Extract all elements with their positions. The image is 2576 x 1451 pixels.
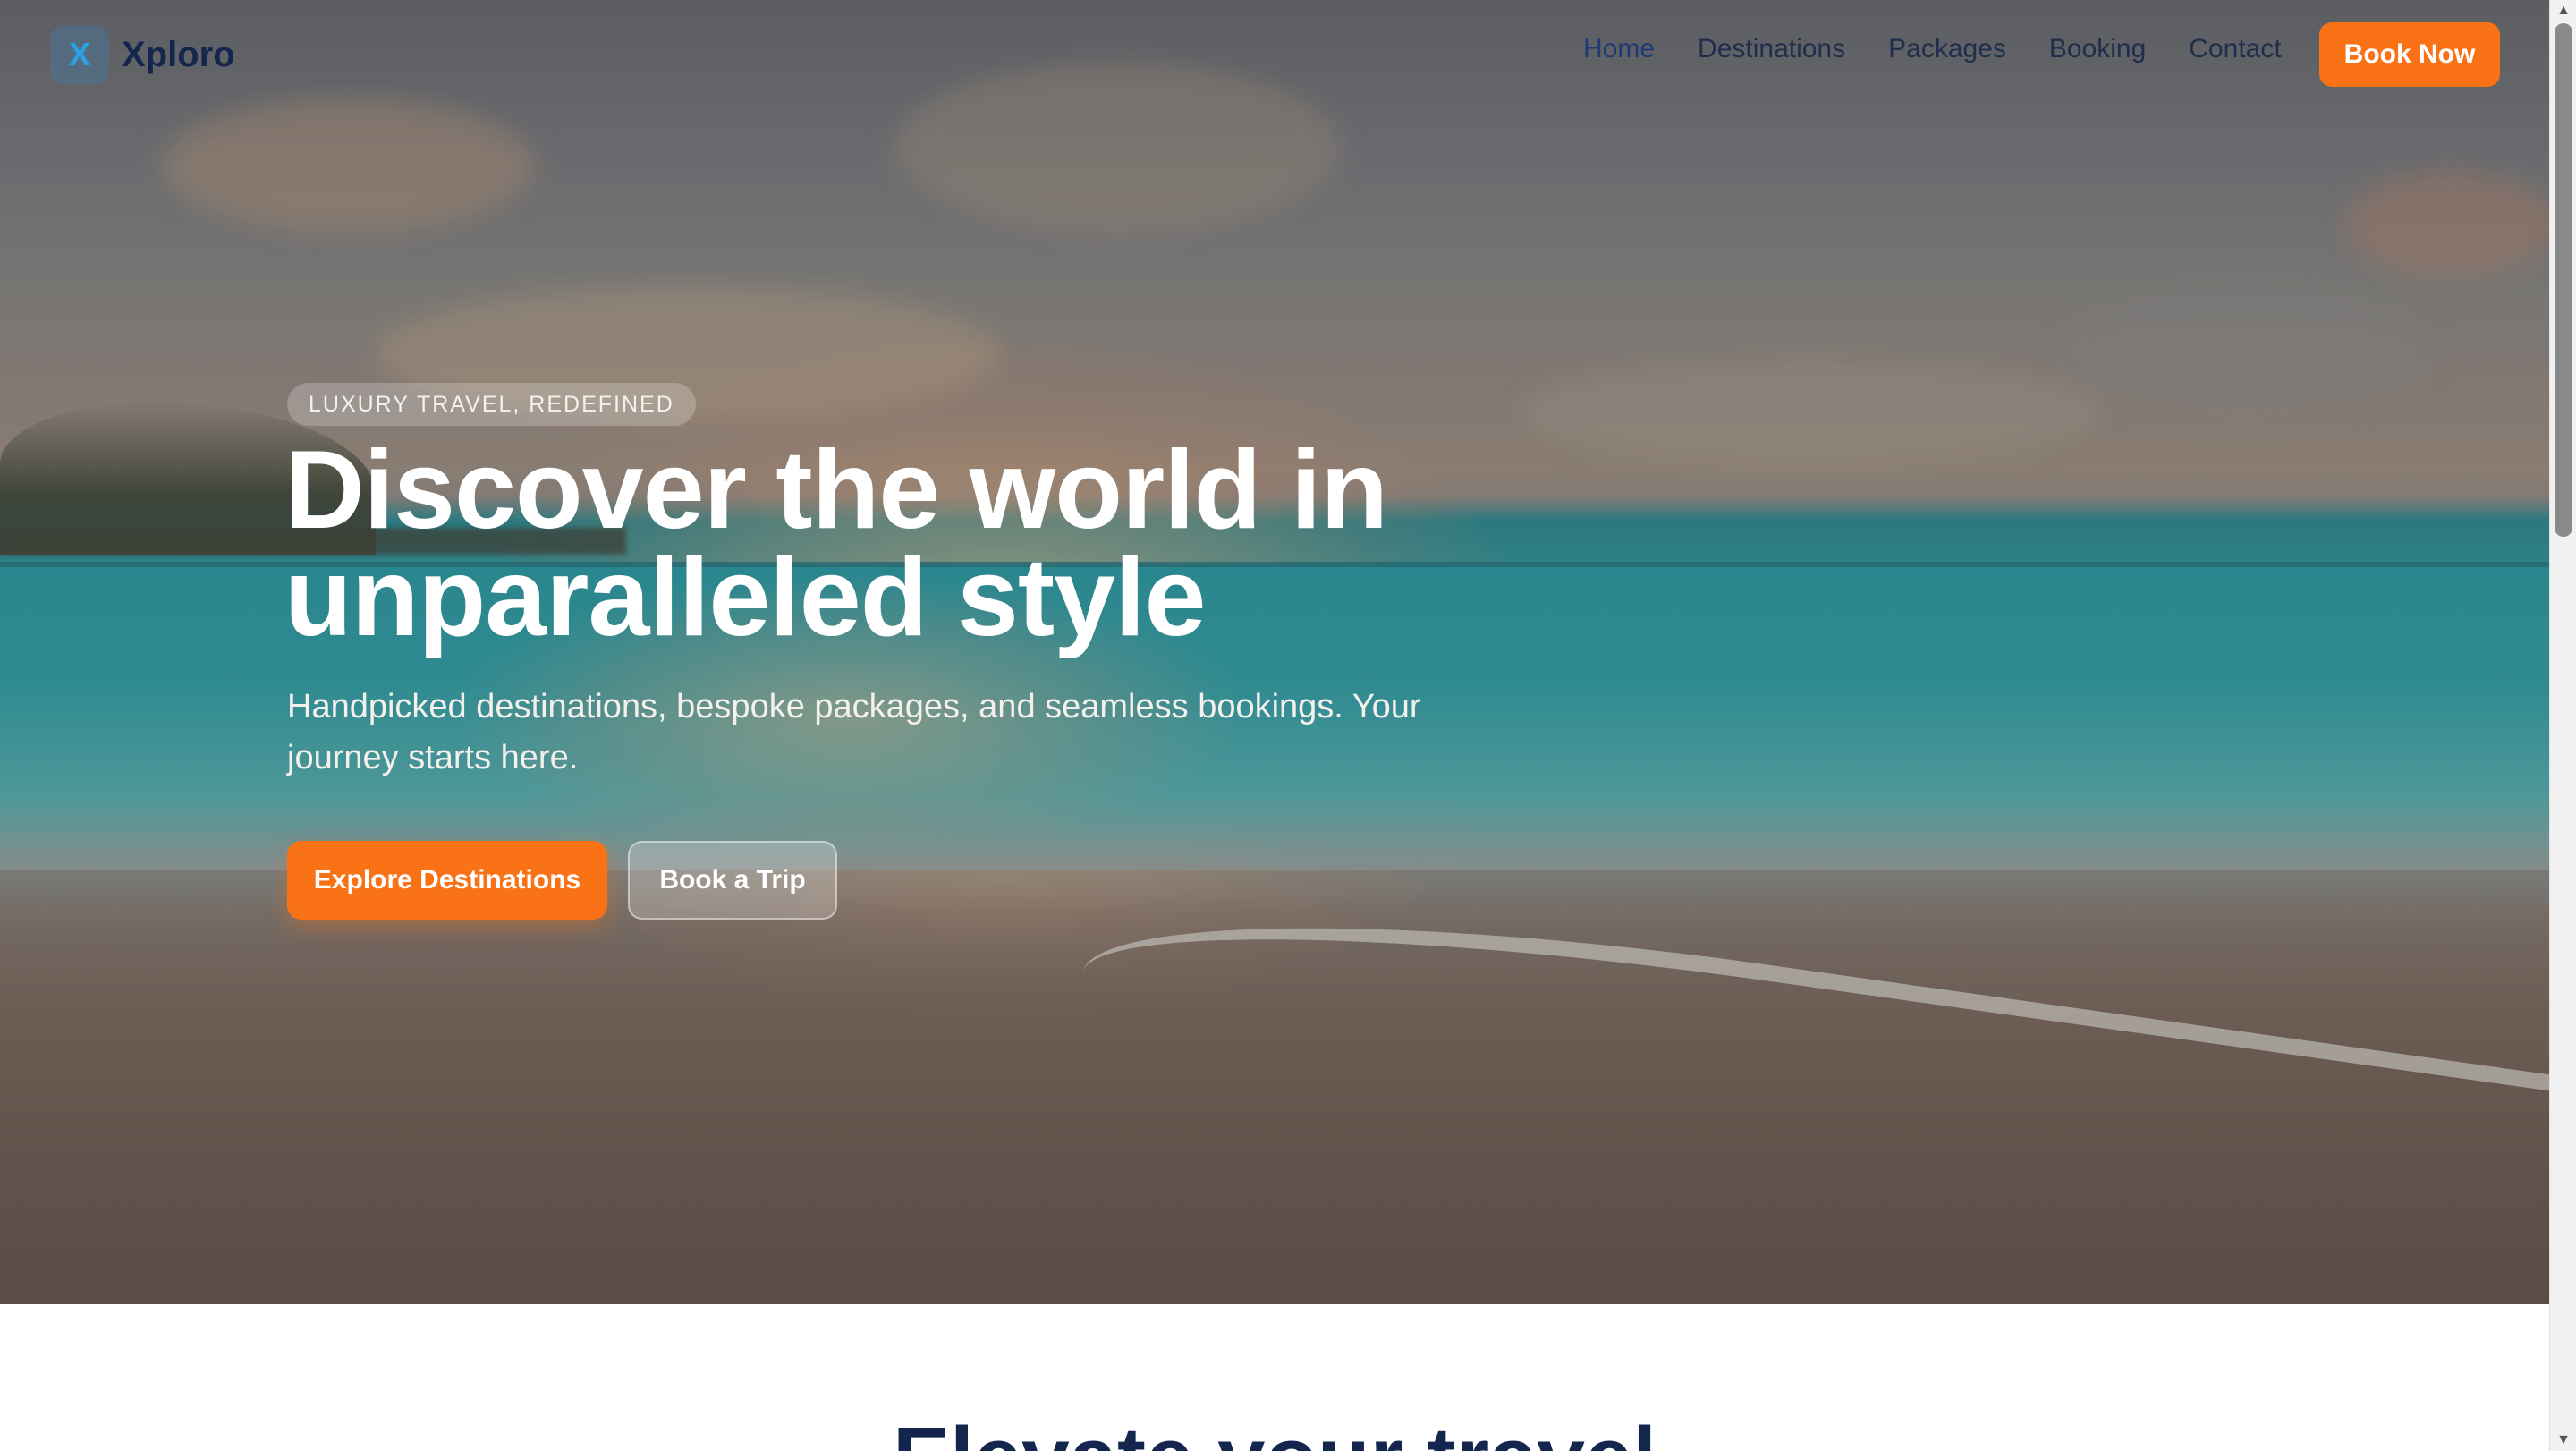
nav-link-packages[interactable]: Packages: [1888, 34, 2006, 64]
hero-section: X Xploro Home Destinations Packages Book…: [0, 0, 2549, 1304]
nav-link-destinations[interactable]: Destinations: [1698, 34, 1845, 64]
top-navigation: X Xploro Home Destinations Packages Book…: [0, 0, 2549, 109]
book-a-trip-button[interactable]: Book a Trip: [628, 841, 837, 920]
hero-headline: Discover the world in unparalleled style: [284, 435, 1537, 653]
scrollbar-thumb[interactable]: [2555, 23, 2572, 537]
explore-destinations-button[interactable]: Explore Destinations: [287, 841, 607, 920]
nav-link-home[interactable]: Home: [1583, 34, 1655, 64]
page: X Xploro Home Destinations Packages Book…: [0, 0, 2549, 1451]
hero-eyebrow-badge: LUXURY TRAVEL, REDEFINED: [287, 383, 696, 426]
logo-mark-icon: X: [50, 25, 109, 84]
hero-headline-line1: Discover the world in: [284, 429, 1388, 552]
vertical-scrollbar[interactable]: ▲ ▼: [2549, 0, 2576, 1451]
scroll-up-icon[interactable]: ▲: [2550, 0, 2576, 21]
hero-headline-line2: unparalleled style: [284, 536, 1207, 659]
nav-link-booking[interactable]: Booking: [2049, 34, 2146, 64]
nav-links: Home Destinations Packages Booking Conta…: [1583, 34, 2282, 64]
section-title: Elevate your travel: [0, 1413, 2549, 1451]
scroll-down-icon[interactable]: ▼: [2550, 1430, 2576, 1451]
brand-name: Xploro: [122, 34, 235, 74]
nav-link-contact[interactable]: Contact: [2189, 34, 2281, 64]
hero-subtext: Handpicked destinations, bespoke package…: [287, 688, 1421, 776]
logo[interactable]: X Xploro: [50, 25, 235, 84]
book-now-button[interactable]: Book Now: [2319, 22, 2500, 87]
